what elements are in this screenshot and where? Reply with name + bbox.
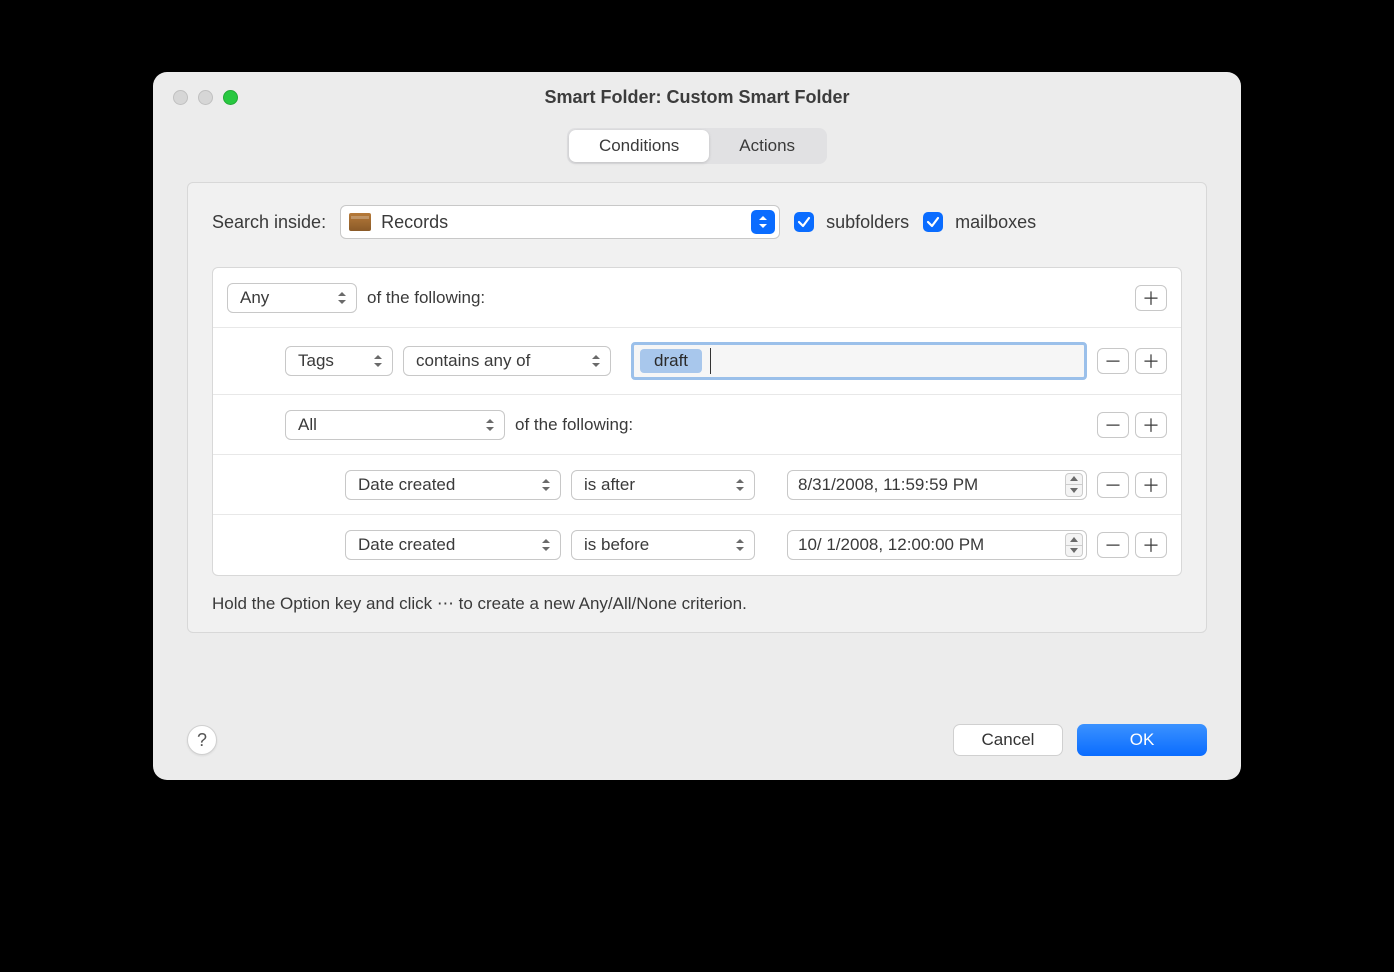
remove-rule-button[interactable]: － xyxy=(1097,348,1129,374)
attr-date-value: Date created xyxy=(358,535,455,555)
ok-button[interactable]: OK xyxy=(1077,724,1207,756)
date-before-value: 10/ 1/2008, 12:00:00 PM xyxy=(798,535,984,555)
date-after-value: 8/31/2008, 11:59:59 PM xyxy=(798,475,978,495)
op-contains-value: contains any of xyxy=(416,351,530,371)
add-rule-button[interactable]: ＋ xyxy=(1135,285,1167,311)
stepper-down-icon[interactable] xyxy=(1065,546,1083,558)
date-stepper[interactable] xyxy=(1065,473,1083,497)
op-isafter-value: is after xyxy=(584,475,635,495)
match-any-value: Any xyxy=(240,288,269,308)
hint-text: Hold the Option key and click ⋯ to creat… xyxy=(212,594,1182,614)
tag-token-draft[interactable]: draft xyxy=(640,349,702,373)
updown-icon xyxy=(370,355,386,367)
rule-row-date-after: Date created is after xyxy=(213,455,1181,515)
date-after-field[interactable]: 8/31/2008, 11:59:59 PM xyxy=(787,470,1087,500)
rule-row-all: All of the following: － ＋ xyxy=(213,395,1181,455)
updown-icon xyxy=(334,292,350,304)
remove-rule-button[interactable]: － xyxy=(1097,412,1129,438)
rule-row-date-before: Date created is before xyxy=(213,515,1181,575)
stepper-down-icon[interactable] xyxy=(1065,485,1083,497)
folder-icon xyxy=(349,213,371,231)
tab-actions[interactable]: Actions xyxy=(709,130,825,162)
minimize-button[interactable] xyxy=(198,90,213,105)
remove-rule-button[interactable]: － xyxy=(1097,532,1129,558)
footer: ? Cancel OK xyxy=(153,702,1241,780)
date-stepper[interactable] xyxy=(1065,533,1083,557)
match-all-value: All xyxy=(298,415,317,435)
remove-rule-button[interactable]: － xyxy=(1097,472,1129,498)
attr-date-select[interactable]: Date created xyxy=(345,530,561,560)
search-inside-row: Search inside: Records subfolders xyxy=(212,205,1182,239)
op-isbefore-value: is before xyxy=(584,535,649,555)
add-rule-button[interactable]: ＋ xyxy=(1135,412,1167,438)
content-area: Conditions Actions Search inside: Record… xyxy=(153,122,1241,702)
op-isafter-select[interactable]: is after xyxy=(571,470,755,500)
updown-icon xyxy=(482,419,498,431)
add-rule-button[interactable]: ＋ xyxy=(1135,348,1167,374)
rule-row-any: Any of the following: ＋ xyxy=(213,268,1181,328)
updown-icon xyxy=(732,479,748,491)
rule-row-tags: Tags contains any of dra xyxy=(213,328,1181,395)
cancel-button[interactable]: Cancel xyxy=(953,724,1063,756)
zoom-button[interactable] xyxy=(223,90,238,105)
tags-input[interactable]: draft xyxy=(631,342,1087,380)
folder-name: Records xyxy=(381,212,741,233)
titlebar: Smart Folder: Custom Smart Folder xyxy=(153,72,1241,122)
window-title: Smart Folder: Custom Smart Folder xyxy=(169,87,1225,108)
mailboxes-label: mailboxes xyxy=(955,212,1036,233)
tab-conditions[interactable]: Conditions xyxy=(569,130,709,162)
date-before-field[interactable]: 10/ 1/2008, 12:00:00 PM xyxy=(787,530,1087,560)
subfolders-label: subfolders xyxy=(826,212,909,233)
conditions-panel: Search inside: Records subfolders xyxy=(187,182,1207,633)
close-button[interactable] xyxy=(173,90,188,105)
updown-icon xyxy=(732,539,748,551)
op-isbefore-select[interactable]: is before xyxy=(571,530,755,560)
mailboxes-option[interactable]: mailboxes xyxy=(923,212,1036,233)
subfolders-option[interactable]: subfolders xyxy=(794,212,909,233)
add-rule-button[interactable]: ＋ xyxy=(1135,532,1167,558)
op-contains-select[interactable]: contains any of xyxy=(403,346,611,376)
traffic-lights xyxy=(173,90,238,105)
updown-icon xyxy=(588,355,604,367)
rules-list: Any of the following: ＋ Tags xyxy=(212,267,1182,576)
updown-icon xyxy=(538,479,554,491)
match-all-select[interactable]: All xyxy=(285,410,505,440)
tab-bar: Conditions Actions xyxy=(187,128,1207,164)
match-any-select[interactable]: Any xyxy=(227,283,357,313)
tags-text-field[interactable] xyxy=(710,348,1078,374)
search-inside-label: Search inside: xyxy=(212,212,326,233)
segmented-tabs: Conditions Actions xyxy=(567,128,827,164)
attr-tags-select[interactable]: Tags xyxy=(285,346,393,376)
smart-folder-window: Smart Folder: Custom Smart Folder Condit… xyxy=(153,72,1241,780)
stepper-up-icon[interactable] xyxy=(1065,533,1083,546)
add-rule-button[interactable]: ＋ xyxy=(1135,472,1167,498)
updown-icon xyxy=(538,539,554,551)
attr-tags-value: Tags xyxy=(298,351,334,371)
of-following-text: of the following: xyxy=(367,288,485,308)
subfolders-checkbox[interactable] xyxy=(794,212,814,232)
folder-select[interactable]: Records xyxy=(340,205,780,239)
attr-date-select[interactable]: Date created xyxy=(345,470,561,500)
of-following-text: of the following: xyxy=(515,415,633,435)
attr-date-value: Date created xyxy=(358,475,455,495)
dropdown-arrows-icon xyxy=(751,210,775,234)
mailboxes-checkbox[interactable] xyxy=(923,212,943,232)
help-button[interactable]: ? xyxy=(187,725,217,755)
stepper-up-icon[interactable] xyxy=(1065,473,1083,486)
